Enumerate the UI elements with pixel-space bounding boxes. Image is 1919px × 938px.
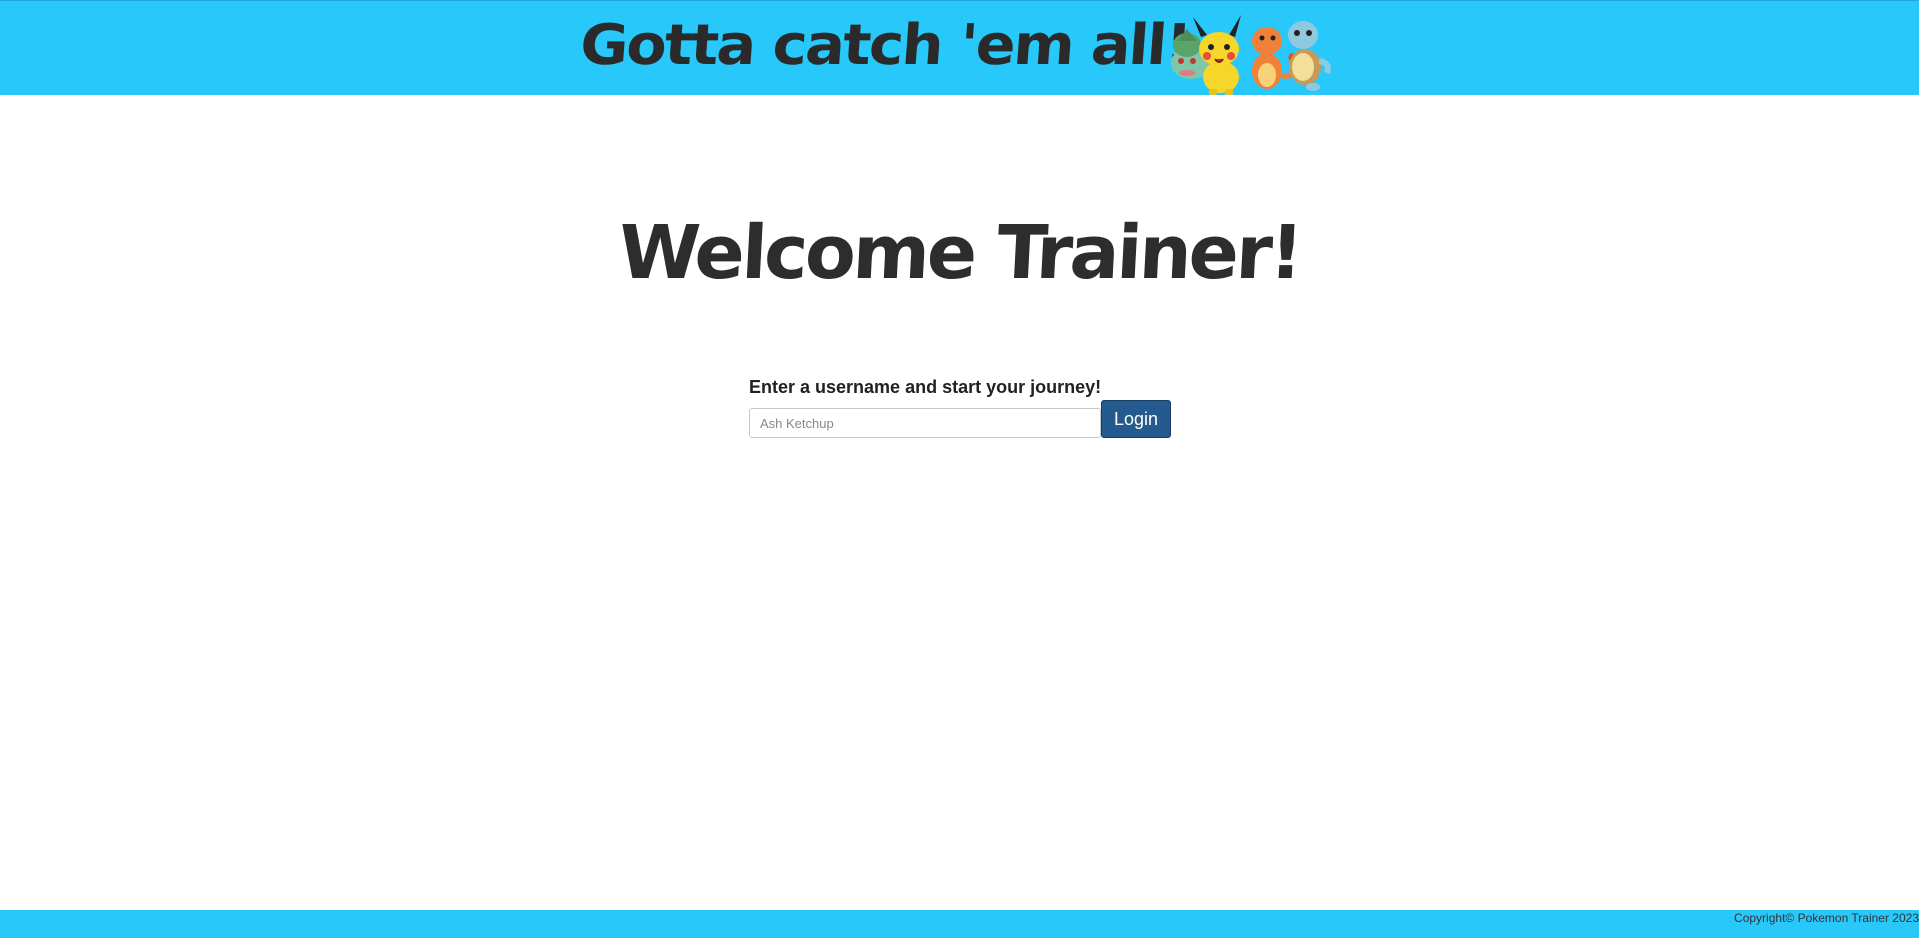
copyright-text: Copyright© Pokemon Trainer 2023 (1734, 911, 1919, 925)
welcome-heading: Welcome Trainer! (616, 210, 1303, 296)
header-title: Gotta catch 'em all! (577, 13, 1192, 78)
site-footer: Copyright© Pokemon Trainer 2023 (0, 910, 1919, 938)
site-header: Gotta catch 'em all! (0, 0, 1919, 95)
charmander-icon (1252, 27, 1295, 89)
squirtle-icon (1288, 21, 1331, 91)
username-input[interactable] (749, 408, 1101, 438)
pokemon-starters-icon (1171, 15, 1331, 95)
username-prompt-label: Enter a username and start your journey! (749, 377, 1102, 397)
login-button[interactable]: Login (1101, 400, 1171, 438)
